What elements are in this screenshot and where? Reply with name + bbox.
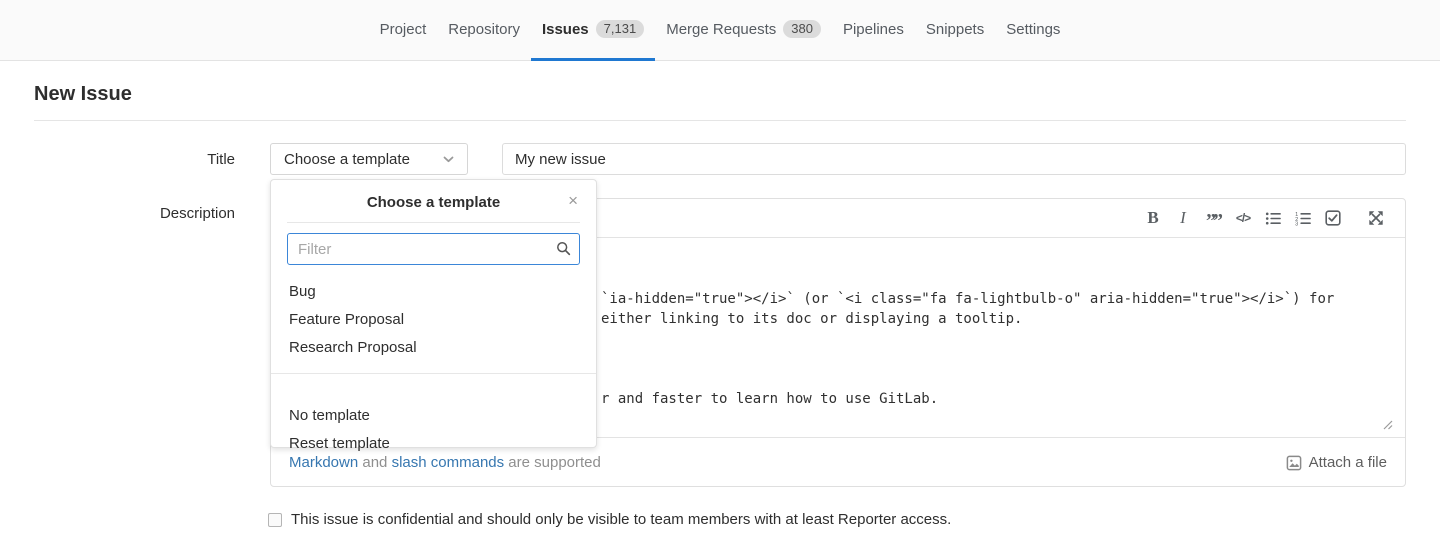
dropdown-list-divider bbox=[271, 373, 596, 374]
page-title: New Issue bbox=[34, 83, 132, 106]
template-option-feature-proposal[interactable]: Feature Proposal bbox=[271, 306, 596, 334]
choose-template-button[interactable]: Choose a template bbox=[270, 143, 468, 175]
issues-count-badge: 7,131 bbox=[596, 20, 645, 38]
bold-icon[interactable]: B bbox=[1138, 199, 1168, 237]
attach-file-button[interactable]: Attach a file bbox=[1286, 454, 1387, 471]
issue-title-input[interactable] bbox=[502, 143, 1406, 175]
close-icon[interactable]: × bbox=[568, 192, 578, 209]
template-list: Bug Feature Proposal Research Proposal bbox=[271, 278, 596, 373]
attach-file-label: Attach a file bbox=[1309, 454, 1387, 471]
svg-text:3: 3 bbox=[1295, 221, 1298, 225]
confidential-checkbox[interactable] bbox=[268, 513, 282, 527]
attach-file-icon bbox=[1286, 455, 1302, 471]
template-dropdown-panel: Choose a template × Bug Feature Proposal… bbox=[270, 179, 597, 448]
dropdown-header-divider bbox=[287, 222, 580, 223]
chevron-down-icon bbox=[443, 156, 454, 163]
reset-template-option[interactable]: Reset template bbox=[271, 430, 596, 458]
task-list-icon[interactable] bbox=[1318, 199, 1348, 237]
nav-tab-project[interactable]: Project bbox=[369, 0, 438, 61]
template-option-research-proposal[interactable]: Research Proposal bbox=[271, 334, 596, 362]
choose-template-button-label: Choose a template bbox=[284, 151, 410, 168]
quote-icon[interactable]: ”” bbox=[1198, 199, 1228, 237]
nav-tab-pipelines[interactable]: Pipelines bbox=[832, 0, 915, 61]
confidential-label: This issue is confidential and should on… bbox=[291, 511, 951, 528]
textarea-resize-handle[interactable] bbox=[1381, 417, 1393, 435]
nav-tab-repository[interactable]: Repository bbox=[437, 0, 531, 61]
nav-tab-merge-requests-label: Merge Requests bbox=[666, 21, 776, 38]
template-dropdown-title: Choose a template × bbox=[271, 180, 596, 222]
description-label: Description bbox=[0, 205, 235, 222]
nav-tab-issues-label: Issues bbox=[542, 21, 589, 38]
nav-tab-settings[interactable]: Settings bbox=[995, 0, 1071, 61]
template-dropdown-title-text: Choose a template bbox=[367, 194, 500, 211]
nav-tab-merge-requests[interactable]: Merge Requests 380 bbox=[655, 0, 832, 61]
no-template-option[interactable]: No template bbox=[271, 402, 596, 430]
heading-divider bbox=[34, 120, 1406, 121]
merge-requests-count-badge: 380 bbox=[783, 20, 821, 38]
code-icon[interactable]: </> bbox=[1228, 199, 1258, 237]
fullscreen-icon[interactable] bbox=[1361, 199, 1391, 237]
nav-tab-issues[interactable]: Issues 7,131 bbox=[531, 0, 655, 61]
nav-tab-snippets[interactable]: Snippets bbox=[915, 0, 995, 61]
template-actions-list: No template Reset template bbox=[271, 387, 596, 458]
template-filter-input[interactable] bbox=[287, 233, 580, 265]
title-label: Title bbox=[0, 151, 235, 168]
template-option-bug[interactable]: Bug bbox=[271, 278, 596, 306]
project-nav: Project Repository Issues 7,131 Merge Re… bbox=[0, 0, 1440, 61]
confidential-row[interactable]: This issue is confidential and should on… bbox=[268, 511, 951, 528]
search-icon bbox=[556, 241, 571, 261]
numbered-list-icon[interactable]: 1 2 3 bbox=[1288, 199, 1318, 237]
italic-icon[interactable]: I bbox=[1168, 199, 1198, 237]
bulleted-list-icon[interactable] bbox=[1258, 199, 1288, 237]
